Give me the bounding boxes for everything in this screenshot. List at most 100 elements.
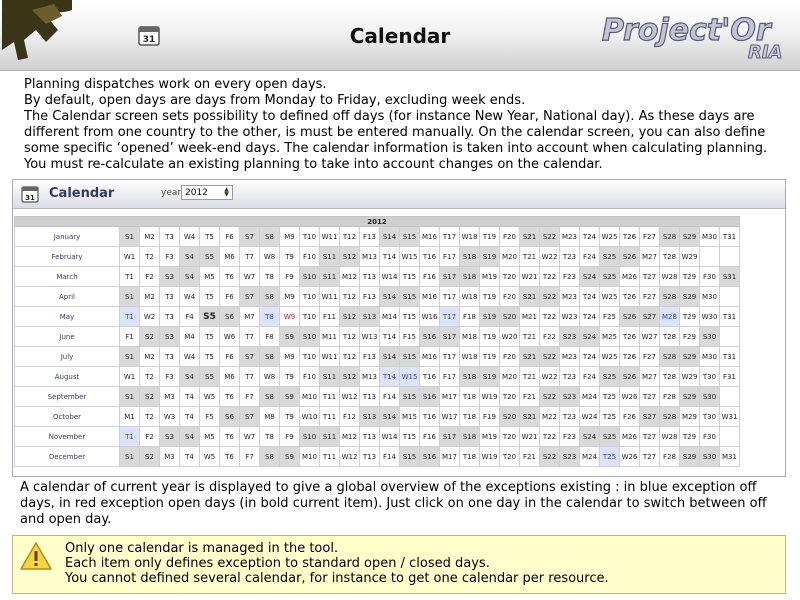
calendar-day[interactable]: S15 bbox=[399, 346, 420, 367]
calendar-day[interactable]: S22 bbox=[539, 226, 560, 247]
calendar-day[interactable]: M12 bbox=[339, 426, 360, 447]
calendar-day[interactable]: F1 bbox=[119, 326, 140, 347]
calendar-day[interactable]: M23 bbox=[559, 286, 580, 307]
calendar-day[interactable]: S7 bbox=[239, 226, 260, 247]
calendar-day[interactable]: S7 bbox=[239, 286, 260, 307]
calendar-day[interactable]: W13 bbox=[359, 326, 380, 347]
calendar-day[interactable]: S30 bbox=[699, 326, 720, 347]
calendar-day[interactable]: S20 bbox=[499, 406, 520, 427]
calendar-day[interactable]: T24 bbox=[579, 286, 600, 307]
calendar-day[interactable]: W25 bbox=[599, 286, 620, 307]
calendar-day[interactable]: F17 bbox=[439, 246, 460, 267]
calendar-day[interactable]: S25 bbox=[599, 266, 620, 287]
calendar-day[interactable]: W7 bbox=[239, 266, 260, 287]
calendar-day[interactable]: F25 bbox=[599, 306, 620, 327]
calendar-day[interactable]: T20 bbox=[499, 386, 520, 407]
calendar-day[interactable]: F9 bbox=[279, 426, 300, 447]
calendar-day[interactable]: W11 bbox=[319, 346, 340, 367]
calendar-day[interactable]: W14 bbox=[379, 266, 400, 287]
calendar-day[interactable]: S23 bbox=[559, 326, 580, 347]
calendar-day[interactable]: W15 bbox=[399, 246, 420, 267]
calendar-day[interactable]: W18 bbox=[459, 226, 480, 247]
calendar-day[interactable]: W21 bbox=[519, 266, 540, 287]
calendar-day[interactable]: T22 bbox=[539, 306, 560, 327]
calendar-day[interactable]: S8 bbox=[259, 226, 280, 247]
calendar-day[interactable]: T23 bbox=[559, 246, 580, 267]
calendar-day[interactable]: S11 bbox=[319, 366, 340, 387]
calendar-day[interactable]: F19 bbox=[479, 406, 500, 427]
calendar-day[interactable]: M30 bbox=[699, 226, 720, 247]
calendar-day[interactable]: S6 bbox=[219, 306, 240, 327]
calendar-day[interactable]: T28 bbox=[659, 246, 680, 267]
calendar-day[interactable]: M13 bbox=[359, 246, 380, 267]
calendar-day[interactable]: M7 bbox=[239, 306, 260, 327]
calendar-day[interactable]: S24 bbox=[579, 426, 600, 447]
calendar-day[interactable]: S1 bbox=[119, 286, 140, 307]
calendar-day[interactable]: W2 bbox=[139, 306, 160, 327]
calendar-day[interactable]: S22 bbox=[539, 446, 560, 467]
calendar-day[interactable]: T15 bbox=[399, 266, 420, 287]
calendar-day[interactable]: W10 bbox=[299, 406, 320, 427]
calendar-day[interactable]: S18 bbox=[459, 366, 480, 387]
calendar-day[interactable]: M27 bbox=[639, 246, 660, 267]
calendar-day[interactable]: F17 bbox=[439, 366, 460, 387]
calendar-day[interactable]: S29 bbox=[679, 286, 700, 307]
calendar-day[interactable]: F16 bbox=[419, 426, 440, 447]
calendar-day[interactable]: T31 bbox=[719, 306, 740, 327]
calendar-day[interactable]: S4 bbox=[179, 366, 200, 387]
calendar-day[interactable]: T26 bbox=[619, 346, 640, 367]
calendar-day[interactable]: F10 bbox=[299, 246, 320, 267]
calendar-day[interactable]: S13 bbox=[359, 406, 380, 427]
calendar-day[interactable]: S29 bbox=[679, 386, 700, 407]
calendar-day[interactable]: M19 bbox=[479, 426, 500, 447]
calendar-day[interactable]: S22 bbox=[539, 346, 560, 367]
calendar-day[interactable]: S14 bbox=[379, 406, 400, 427]
calendar-day[interactable]: S22 bbox=[539, 286, 560, 307]
calendar-day[interactable]: T27 bbox=[639, 266, 660, 287]
calendar-day[interactable]: M14 bbox=[379, 306, 400, 327]
calendar-day[interactable]: S13 bbox=[359, 306, 380, 327]
calendar-day[interactable]: M24 bbox=[579, 446, 600, 467]
calendar-day[interactable]: W25 bbox=[599, 346, 620, 367]
calendar-day[interactable]: S25 bbox=[599, 246, 620, 267]
calendar-day[interactable]: F13 bbox=[359, 346, 380, 367]
calendar-day[interactable]: S16 bbox=[419, 326, 440, 347]
calendar-day[interactable]: W19 bbox=[479, 386, 500, 407]
calendar-day[interactable]: F31 bbox=[719, 366, 740, 387]
calendar-day[interactable]: T16 bbox=[419, 246, 440, 267]
calendar-day[interactable]: T17 bbox=[439, 286, 460, 307]
calendar-day[interactable]: W4 bbox=[179, 226, 200, 247]
calendar-day[interactable]: F7 bbox=[239, 386, 260, 407]
calendar-day[interactable]: S16 bbox=[419, 446, 440, 467]
calendar-day[interactable]: F2 bbox=[139, 266, 160, 287]
calendar-day[interactable]: W18 bbox=[459, 346, 480, 367]
calendar-day[interactable]: S15 bbox=[399, 226, 420, 247]
calendar-day[interactable]: F12 bbox=[339, 406, 360, 427]
calendar-day[interactable]: F26 bbox=[619, 406, 640, 427]
calendar-day[interactable]: W15 bbox=[399, 366, 420, 387]
calendar-day[interactable]: T3 bbox=[159, 286, 180, 307]
calendar-day[interactable]: W6 bbox=[219, 326, 240, 347]
calendar-day[interactable]: M16 bbox=[419, 286, 440, 307]
calendar-day[interactable]: W9 bbox=[279, 306, 300, 327]
calendar-day[interactable]: S12 bbox=[339, 366, 360, 387]
calendar-day[interactable]: F16 bbox=[419, 266, 440, 287]
calendar-day[interactable]: S17 bbox=[439, 266, 460, 287]
calendar-day[interactable]: T17 bbox=[439, 306, 460, 327]
calendar-day[interactable]: T4 bbox=[179, 406, 200, 427]
calendar-day[interactable]: T12 bbox=[339, 326, 360, 347]
calendar-day[interactable]: F6 bbox=[219, 346, 240, 367]
calendar-day[interactable]: S8 bbox=[259, 446, 280, 467]
calendar-day[interactable]: F2 bbox=[139, 426, 160, 447]
calendar-day[interactable]: S28 bbox=[659, 226, 680, 247]
calendar-day[interactable]: F30 bbox=[699, 266, 720, 287]
calendar-day[interactable]: F20 bbox=[499, 346, 520, 367]
calendar-day[interactable]: T21 bbox=[519, 246, 540, 267]
calendar-day[interactable]: S5 bbox=[199, 366, 220, 387]
calendar-day[interactable]: T6 bbox=[219, 426, 240, 447]
calendar-day[interactable]: W12 bbox=[339, 446, 360, 467]
calendar-day[interactable]: T10 bbox=[299, 346, 320, 367]
calendar-day[interactable]: S15 bbox=[399, 286, 420, 307]
calendar-day[interactable]: S18 bbox=[459, 426, 480, 447]
calendar-day[interactable]: W30 bbox=[699, 306, 720, 327]
